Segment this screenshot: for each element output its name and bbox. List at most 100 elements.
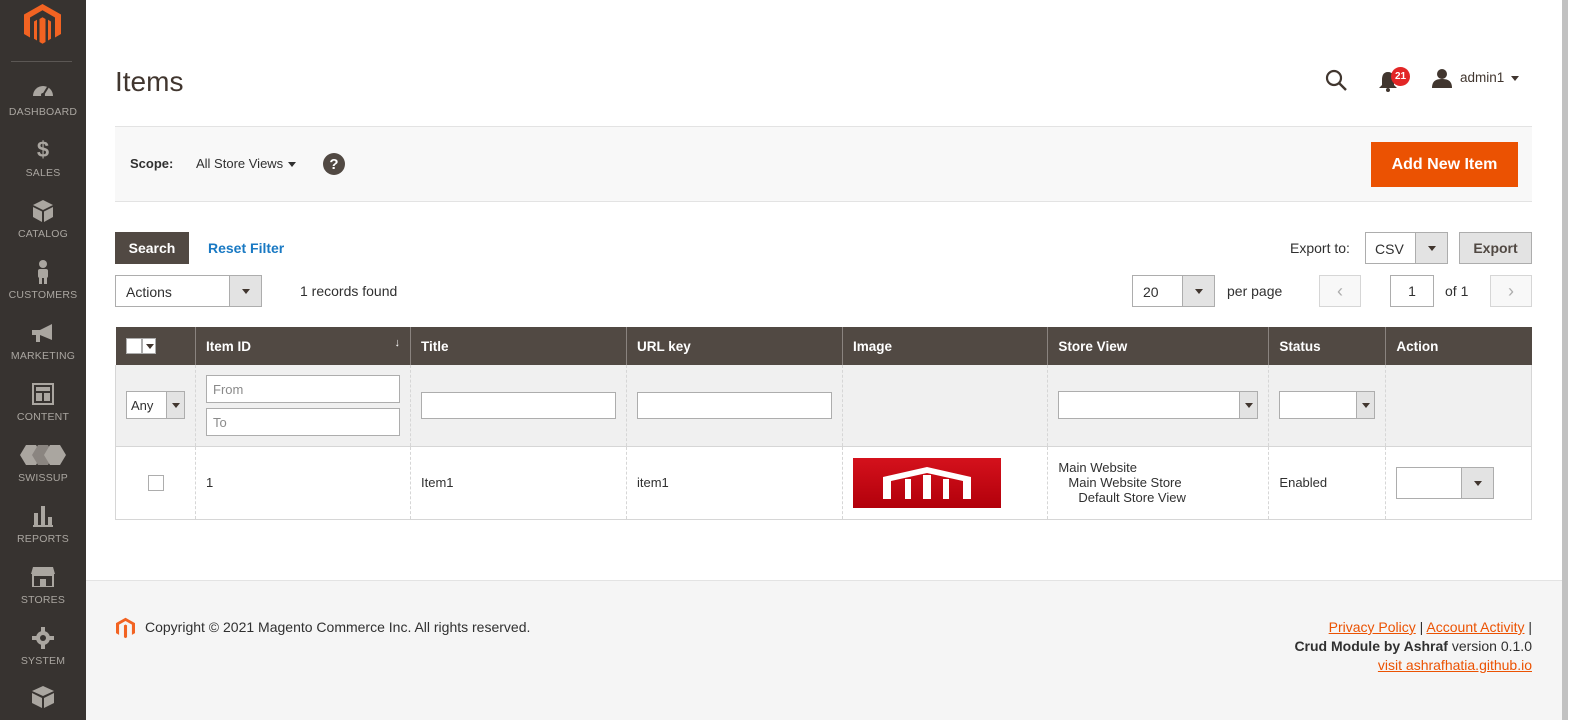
column-header-url-key[interactable]: URL key bbox=[626, 327, 843, 365]
sidebar-item-label: DASHBOARD bbox=[8, 106, 78, 118]
cell-store-view: Main Website Main Website Store Default … bbox=[1047, 446, 1269, 520]
chevron-down-icon[interactable] bbox=[1239, 392, 1258, 419]
mass-select-checkbox[interactable] bbox=[125, 338, 156, 355]
cell-item-id: 1 bbox=[195, 446, 411, 520]
chevron-down-icon[interactable] bbox=[1182, 276, 1214, 306]
sidebar-item-stores[interactable]: STORES bbox=[0, 564, 86, 625]
user-avatar-icon[interactable] bbox=[1432, 68, 1452, 88]
magento-logo-icon[interactable] bbox=[24, 4, 61, 44]
sidebar-item-label: CUSTOMERS bbox=[8, 289, 78, 301]
scope-bar: Scope: All Store Views ? Add New Item bbox=[115, 126, 1532, 202]
url-key-filter-input[interactable] bbox=[637, 391, 832, 419]
status-filter-select[interactable] bbox=[1279, 391, 1376, 420]
admin-sidebar: DASHBOARD $ SALES CATALOG CUSTOMERS MARK… bbox=[0, 0, 86, 720]
column-header-status[interactable]: Status bbox=[1268, 327, 1386, 365]
page-footer: Copyright © 2021 Magento Commerce Inc. A… bbox=[86, 580, 1562, 720]
gear-icon bbox=[30, 625, 56, 651]
sidebar-item-dashboard[interactable]: DASHBOARD bbox=[0, 76, 86, 137]
scope-switcher[interactable]: All Store Views bbox=[196, 156, 283, 171]
id-to-input[interactable]: To bbox=[206, 407, 400, 436]
sidebar-divider bbox=[11, 61, 72, 62]
sidebar-item-label: SYSTEM bbox=[20, 655, 66, 667]
chevron-down-icon[interactable] bbox=[288, 162, 296, 167]
items-grid: Item ID ↓ Title URL key Image Store View … bbox=[115, 327, 1532, 520]
mass-actions-select[interactable]: Actions bbox=[115, 275, 262, 307]
chevron-down-icon[interactable] bbox=[166, 392, 184, 419]
module-version: version 0.1.0 bbox=[1451, 638, 1532, 654]
scrollbar-thumb[interactable] bbox=[1562, 0, 1568, 720]
sidebar-item-label: STORES bbox=[20, 594, 66, 606]
cell-url-key: item1 bbox=[626, 446, 843, 520]
sidebar-item-label: MARKETING bbox=[10, 350, 76, 362]
chevron-down-icon[interactable] bbox=[1356, 392, 1375, 419]
mass-filter-select[interactable]: Any bbox=[126, 391, 185, 420]
page-prev-button[interactable]: ‹ bbox=[1319, 275, 1361, 307]
per-page-value: 20 bbox=[1143, 284, 1159, 300]
per-page-label: per page bbox=[1227, 283, 1283, 299]
reset-filter-link[interactable]: Reset Filter bbox=[208, 240, 284, 256]
export-label: Export to: bbox=[1290, 240, 1350, 256]
account-activity-link[interactable]: Account Activity bbox=[1426, 619, 1524, 635]
mass-select-header[interactable] bbox=[115, 327, 196, 365]
sidebar-item-label: SALES bbox=[25, 167, 61, 179]
chevron-down-icon[interactable] bbox=[1415, 233, 1447, 263]
swissup-icon bbox=[20, 442, 66, 468]
row-action-select[interactable] bbox=[1396, 466, 1495, 499]
sidebar-item-extensions[interactable] bbox=[0, 684, 86, 720]
sidebar-item-label: CONTENT bbox=[16, 411, 70, 423]
id-from-input[interactable]: From bbox=[206, 374, 400, 403]
dashboard-icon bbox=[30, 76, 56, 102]
table-row: 1 Item1 item1 Main Website Main Website … bbox=[115, 446, 1532, 520]
author-site-link[interactable]: visit ashrafhatia.github.io bbox=[1378, 657, 1532, 673]
page-next-button[interactable]: › bbox=[1490, 275, 1532, 307]
notification-badge[interactable]: 21 bbox=[1391, 67, 1410, 86]
module-name: Crud Module by Ashraf bbox=[1294, 638, 1448, 654]
customer-person-icon bbox=[30, 259, 56, 285]
copyright-text: Copyright © 2021 Magento Commerce Inc. A… bbox=[145, 619, 531, 635]
sidebar-item-content[interactable]: CONTENT bbox=[0, 381, 86, 442]
add-new-item-button[interactable]: Add New Item bbox=[1371, 142, 1518, 187]
dollar-icon: $ bbox=[36, 137, 50, 162]
chevron-down-icon[interactable] bbox=[229, 276, 261, 306]
row-select-checkbox[interactable] bbox=[147, 474, 164, 491]
search-button[interactable]: Search bbox=[115, 232, 189, 264]
cell-status: Enabled bbox=[1268, 446, 1386, 520]
item-image-thumbnail bbox=[853, 457, 1001, 508]
export-format-value: CSV bbox=[1375, 241, 1404, 257]
column-header-action: Action bbox=[1385, 327, 1532, 365]
sidebar-item-swissup[interactable]: SWISSUP bbox=[0, 442, 86, 503]
sidebar-item-catalog[interactable]: CATALOG bbox=[0, 198, 86, 259]
sidebar-item-system[interactable]: SYSTEM bbox=[0, 625, 86, 686]
footer-links: Privacy Policy | Account Activity | Crud… bbox=[1294, 619, 1532, 673]
export-button[interactable]: Export bbox=[1459, 232, 1532, 264]
title-filter-input[interactable] bbox=[421, 391, 616, 419]
per-page-select[interactable]: 20 bbox=[1132, 275, 1215, 307]
content-layout-icon bbox=[30, 381, 56, 407]
page-title: Items bbox=[115, 66, 184, 97]
store-view-filter-select[interactable] bbox=[1058, 391, 1259, 420]
column-header-item-id[interactable]: Item ID ↓ bbox=[195, 327, 411, 365]
privacy-policy-link[interactable]: Privacy Policy bbox=[1329, 619, 1416, 635]
mass-actions-value: Actions bbox=[126, 284, 172, 300]
search-icon[interactable] bbox=[1324, 68, 1348, 92]
sidebar-item-customers[interactable]: CUSTOMERS bbox=[0, 259, 86, 320]
sidebar-item-marketing[interactable]: MARKETING bbox=[0, 320, 86, 381]
column-header-title[interactable]: Title bbox=[410, 327, 627, 365]
sidebar-item-sales[interactable]: $ SALES bbox=[0, 137, 86, 198]
page-number-input[interactable]: 1 bbox=[1390, 275, 1434, 307]
store-icon bbox=[30, 564, 56, 590]
sidebar-item-label: SWISSUP bbox=[18, 472, 68, 484]
sort-arrow-icon: ↓ bbox=[394, 337, 401, 349]
chevron-down-icon[interactable] bbox=[1461, 467, 1494, 498]
column-header-store-view[interactable]: Store View bbox=[1047, 327, 1269, 365]
admin-user-menu[interactable]: admin1 bbox=[1460, 70, 1504, 85]
sidebar-item-label: REPORTS bbox=[17, 533, 69, 545]
cell-title: Item1 bbox=[410, 446, 627, 520]
help-icon[interactable]: ? bbox=[323, 153, 345, 175]
export-format-select[interactable]: CSV bbox=[1365, 232, 1448, 264]
scope-label: Scope: bbox=[130, 156, 174, 171]
page-total: of 1 bbox=[1445, 283, 1469, 299]
chevron-down-icon[interactable] bbox=[1511, 76, 1519, 81]
sidebar-item-reports[interactable]: REPORTS bbox=[0, 503, 86, 564]
megaphone-icon bbox=[30, 320, 56, 346]
